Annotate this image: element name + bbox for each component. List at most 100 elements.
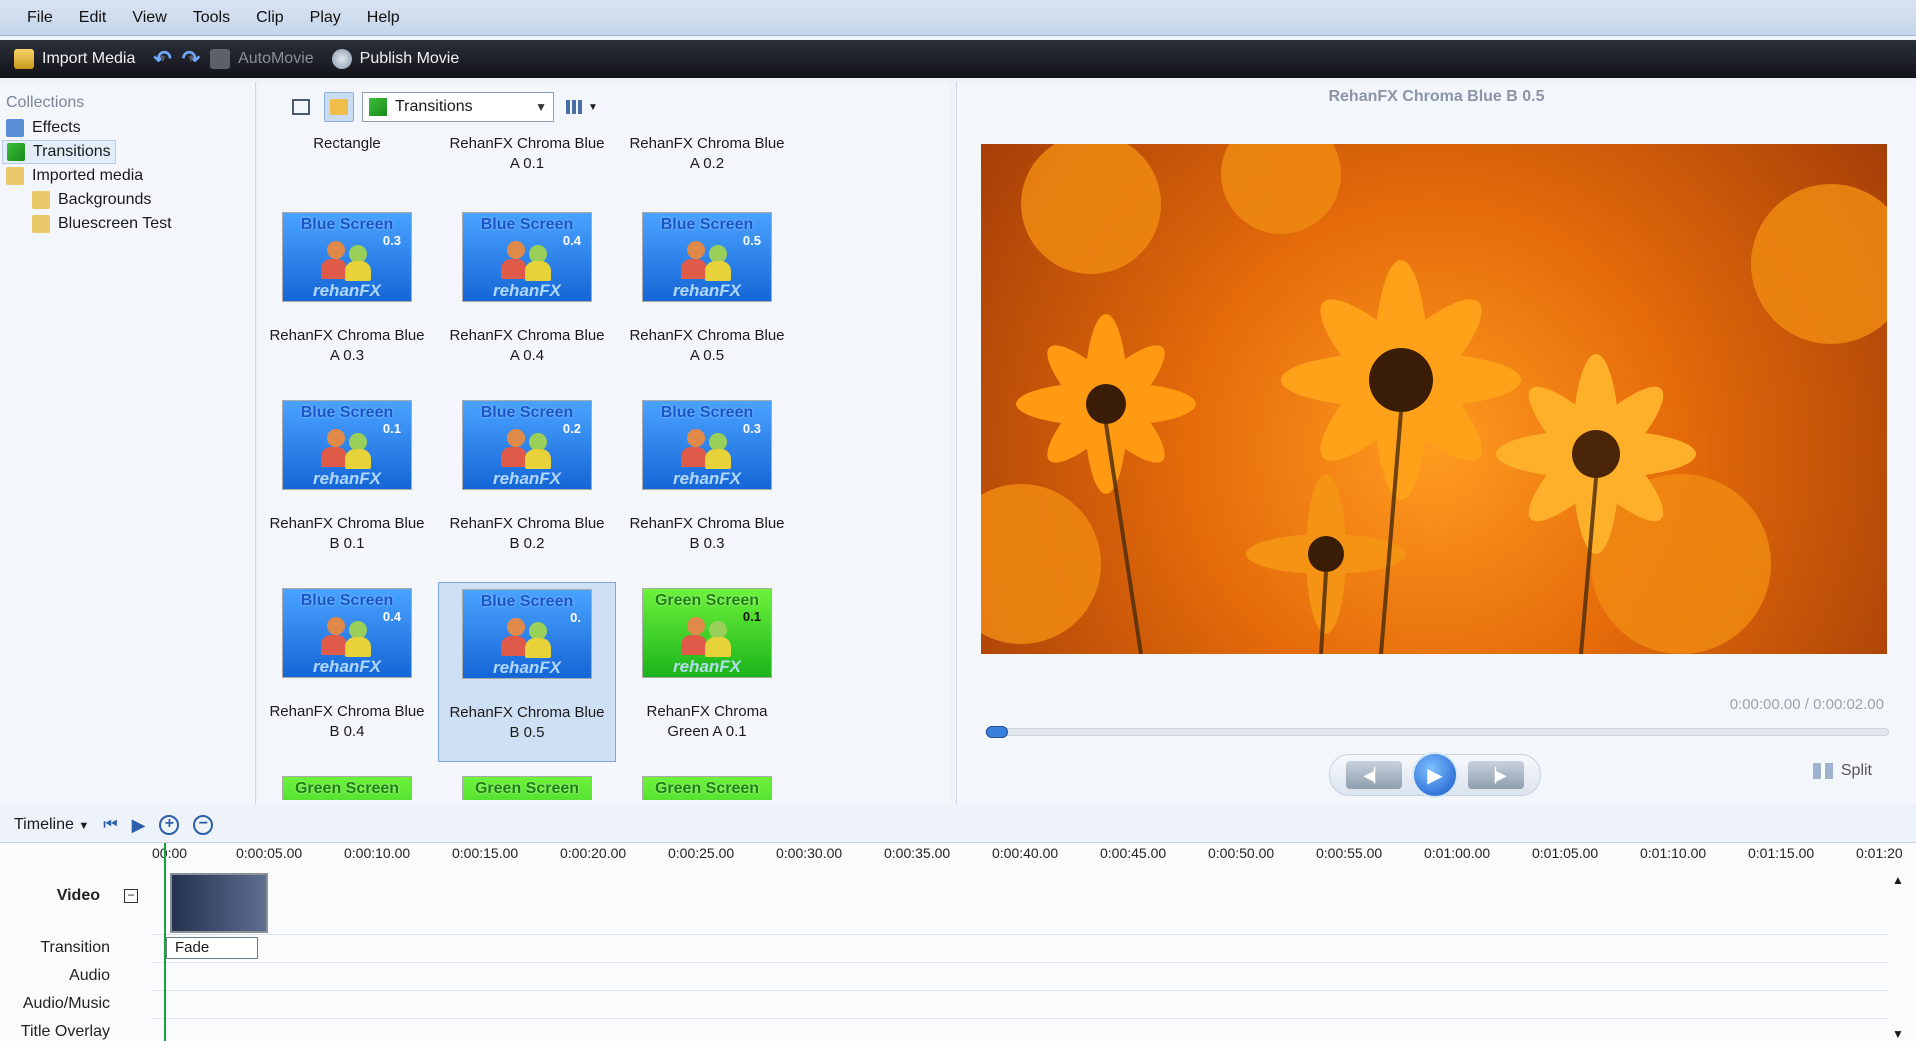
transition-item[interactable]: Blue Screen 0.2 rehanFX RehanFX Chroma Blue…	[438, 400, 616, 554]
publish-movie-button[interactable]: Publish Movie	[331, 49, 459, 69]
transition-item[interactable]: Rectangle	[258, 134, 436, 154]
flower	[1246, 474, 1406, 634]
split-button[interactable]: Split	[1812, 762, 1872, 780]
play-button[interactable]: ▶	[1412, 752, 1458, 798]
thumbnail-version: 0.1	[742, 609, 761, 624]
thumbnail-title: Green Screen	[654, 780, 760, 797]
timeline-tick-label: 0:00:30.00	[776, 845, 843, 861]
collection-imported-media[interactable]: Imported media	[2, 164, 147, 188]
transition-item[interactable]: Green Screen 0.1 rehanFX RehanFX Chroma Gre…	[618, 588, 796, 742]
menu-help[interactable]: Help	[354, 9, 413, 27]
menu-clip[interactable]: Clip	[243, 9, 297, 27]
timeline-tick-label: 0:01:15.00	[1748, 845, 1815, 861]
split-icon	[1812, 763, 1833, 779]
transition-item[interactable]: Blue Screen 0.5 rehanFX RehanFX Chroma Blue…	[618, 212, 796, 366]
transition-thumbnail: Blue Screen 0.3 rehanFX	[642, 400, 772, 490]
people-icon	[499, 241, 559, 281]
transition-thumbnail: Blue Screen 0.5 rehanFX	[642, 212, 772, 302]
transition-thumbnail: Green Screen	[282, 776, 412, 800]
menu-view[interactable]: View	[119, 9, 179, 27]
collections-panel: Collections Effects Transitions Imported…	[0, 82, 256, 804]
next-frame-button[interactable]: ▕▶︎	[1468, 761, 1524, 789]
category-select[interactable]: Transitions ▼	[362, 92, 554, 122]
transition-thumbnail: Blue Screen 0.4 rehanFX	[282, 588, 412, 678]
transition-item[interactable]: RehanFX Chroma Blue A 0.1	[438, 134, 616, 174]
collection-bluescreen-test[interactable]: Bluescreen Test	[28, 212, 176, 236]
thumbnail-version: 0.1	[382, 421, 401, 436]
transition-label: RehanFX Chroma Green A 0.1	[646, 703, 768, 740]
preview-title: RehanFX Chroma Blue B 0.5	[1328, 88, 1545, 105]
scroll-up-icon[interactable]: ▲	[1892, 873, 1904, 887]
chevron-down-icon: ▼	[535, 100, 547, 114]
menu-play[interactable]: Play	[297, 9, 354, 27]
transition-label: RehanFX Chroma Blue B 0.3	[629, 515, 785, 552]
transition-thumbnail: Blue Screen 0. rehanFX	[462, 589, 592, 679]
collection-label: Effects	[32, 119, 81, 136]
zoom-in-icon[interactable]: +	[159, 815, 180, 835]
playhead[interactable]	[164, 843, 166, 1041]
transition-item[interactable]: Blue Screen 0.4 rehanFX RehanFX Chroma Blue…	[258, 588, 436, 742]
video-track[interactable]	[152, 867, 1888, 935]
audio-music-track[interactable]	[152, 991, 1888, 1019]
transition-label: RehanFX Chroma Blue A 0.1	[449, 135, 605, 172]
play-timeline-icon[interactable]: ▶	[132, 815, 146, 836]
timeline-label: Timeline	[14, 816, 74, 833]
menu-file[interactable]: File	[14, 9, 66, 27]
collection-backgrounds[interactable]: Backgrounds	[28, 188, 155, 212]
preview-seek-bar[interactable]	[985, 726, 1889, 738]
audio-track[interactable]	[152, 963, 1888, 991]
transition-item[interactable]: Green Screen	[258, 776, 436, 800]
thumbnail-version: 0.5	[742, 233, 761, 248]
timeline-tick-label: 0:00:25.00	[668, 845, 735, 861]
rewind-icon[interactable]: ⏮	[103, 816, 117, 834]
collapse-video-icon[interactable]: −	[124, 889, 138, 903]
timeline-tick-label: 0:01:05.00	[1532, 845, 1599, 861]
transition-thumbnail: Blue Screen 0.1 rehanFX	[282, 400, 412, 490]
timeline-scrollbar[interactable]: ▲ ▼	[1892, 873, 1910, 1041]
thumbnail-version: 0.2	[562, 421, 581, 436]
publish-movie-icon	[331, 49, 352, 69]
transition-item[interactable]: Blue Screen 0.3 rehanFX RehanFX Chroma Blue…	[618, 400, 796, 554]
view-options-button[interactable]: ▼	[562, 92, 602, 122]
undo-dropdown-icon[interactable]: ▼	[158, 54, 168, 65]
thumbnail-version: 0.	[570, 610, 581, 625]
redo-dropdown-icon[interactable]: ▼	[186, 54, 196, 65]
transition-item[interactable]: Blue Screen 0.4 rehanFX RehanFX Chroma Blue…	[438, 212, 616, 366]
scroll-down-icon[interactable]: ▼	[1892, 1027, 1904, 1041]
transition-label: RehanFX Chroma Blue A 0.2	[629, 135, 785, 172]
transition-item[interactable]: RehanFX Chroma Blue A 0.2	[618, 134, 796, 174]
import-media-button[interactable]: Import Media	[14, 49, 135, 69]
menu-edit[interactable]: Edit	[66, 9, 120, 27]
menu-tools[interactable]: Tools	[180, 9, 243, 27]
video-clip-thumbnail[interactable]	[170, 873, 268, 933]
zoom-out-icon[interactable]: −	[193, 815, 214, 835]
people-icon	[679, 241, 739, 281]
timeline-tick-label: 0:00:35.00	[884, 845, 951, 861]
collection-effects[interactable]: Effects	[2, 116, 85, 140]
show-content-button[interactable]	[324, 92, 354, 122]
transition-item[interactable]: Blue Screen 0. rehanFX RehanFX Chroma Blue …	[438, 582, 616, 762]
thumbnail-brand: rehanFX	[312, 469, 382, 488]
transition-item[interactable]: Green Screen	[438, 776, 616, 800]
title-overlay-track[interactable]	[152, 1019, 1888, 1041]
transition-item[interactable]: Blue Screen 0.3 rehanFX RehanFX Chroma Blue…	[258, 212, 436, 366]
import-media-label: Import Media	[42, 50, 136, 67]
automovie-button[interactable]: AutoMovie	[210, 49, 314, 69]
timeline-ruler[interactable]: 00:00 0:00:05.00 0:00:10.00 0:00:15.00 0:00:…	[152, 843, 1903, 865]
transition-clip[interactable]: Fade	[166, 937, 258, 959]
transition-track[interactable]	[152, 935, 1888, 963]
transition-item[interactable]: Green Screen	[618, 776, 796, 800]
transition-item[interactable]: Blue Screen 0.1 rehanFX RehanFX Chroma Blue…	[258, 400, 436, 554]
show-collections-button[interactable]	[286, 92, 316, 122]
timeline-view-select[interactable]: Timeline ▼	[14, 816, 89, 834]
main-toolbar: Import Media ↶ ▼ ↷ ▼ AutoMovie Publish M…	[0, 40, 1916, 78]
previous-frame-button[interactable]: ◀︎▏	[1346, 761, 1402, 789]
preview-monitor[interactable]	[981, 144, 1887, 654]
transition-label: RehanFX Chroma Blue B 0.2	[449, 515, 605, 552]
collection-transitions[interactable]: Transitions	[2, 140, 116, 164]
thumbnail-brand: rehanFX	[312, 657, 382, 676]
seek-handle[interactable]	[986, 726, 1008, 738]
timeline-toolbar: Timeline ▼ ⏮ ▶ + −	[0, 808, 1916, 842]
folder-icon	[6, 167, 24, 185]
timeline-tick-label: 0:00:05.00	[236, 845, 303, 861]
